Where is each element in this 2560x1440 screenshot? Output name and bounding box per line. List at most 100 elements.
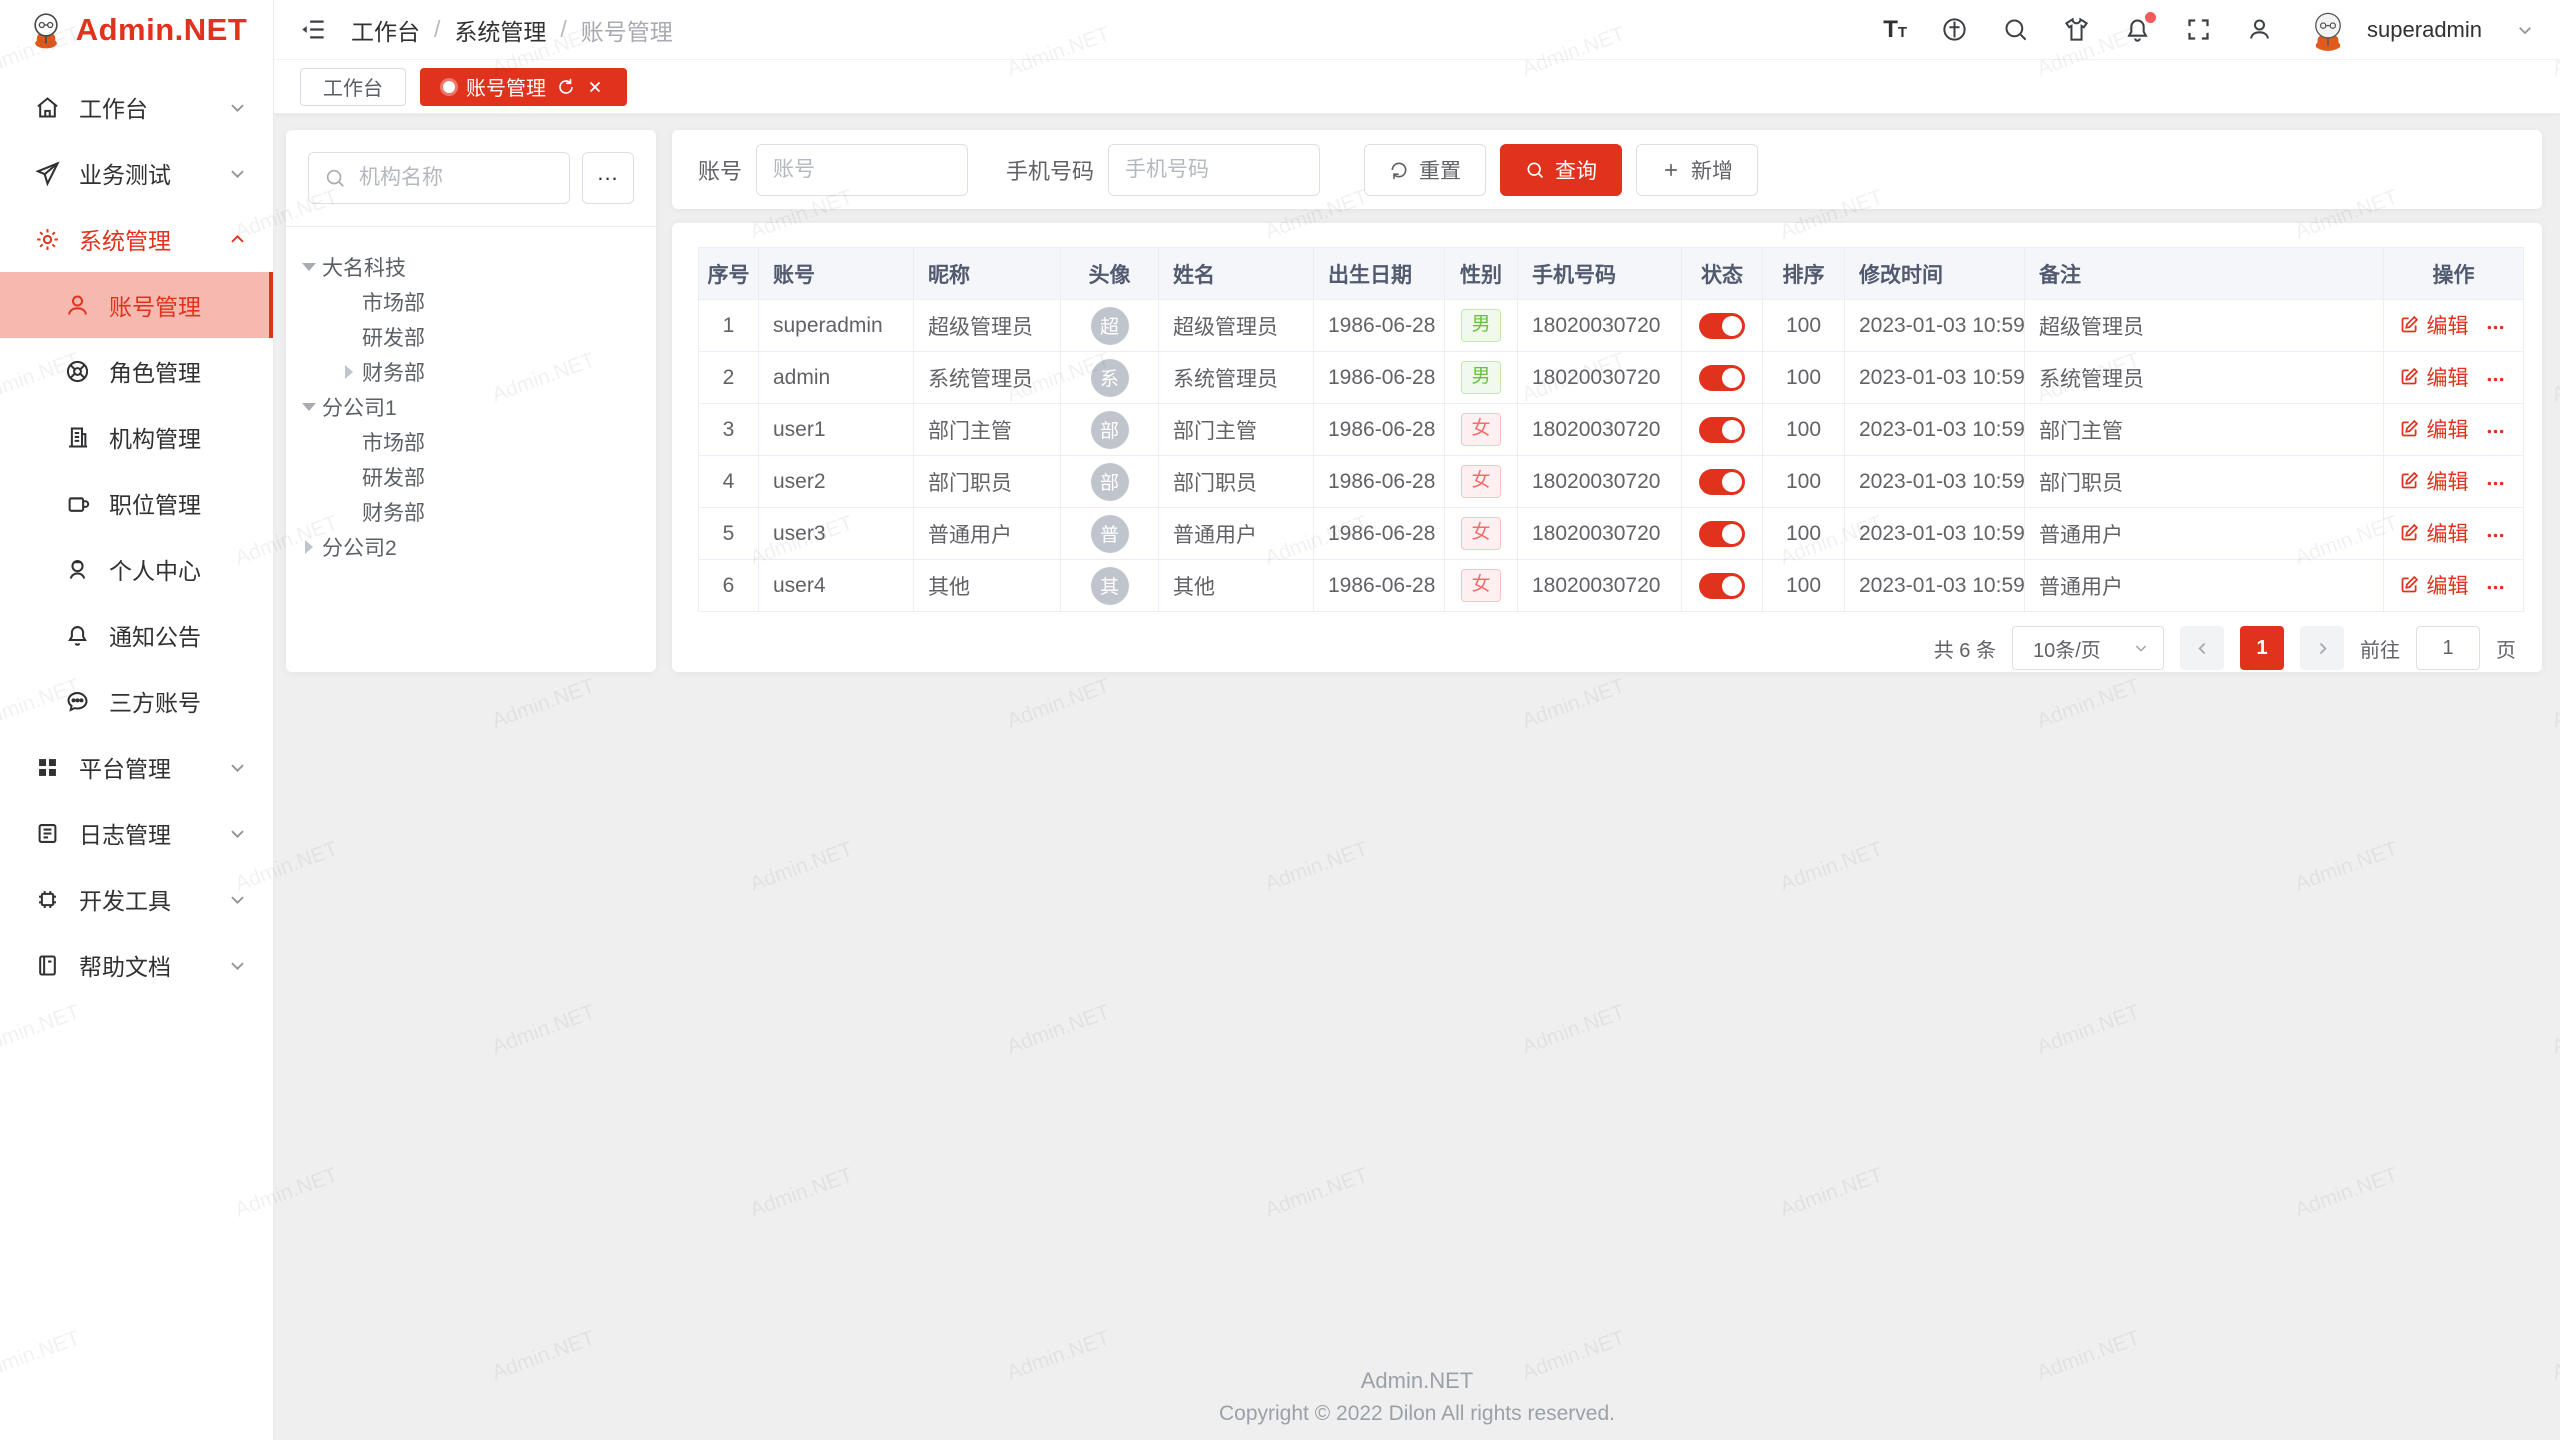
sidebar-item[interactable]: 开发工具: [0, 866, 273, 932]
cell-operations: 编辑: [2384, 300, 2524, 352]
edit-button[interactable]: 编辑: [2399, 414, 2469, 444]
chevron-down-icon: [228, 758, 247, 777]
username[interactable]: superadmin: [2367, 17, 2482, 43]
edit-button[interactable]: 编辑: [2399, 518, 2469, 548]
query-button[interactable]: 查询: [1500, 144, 1622, 196]
log-icon: [34, 820, 61, 847]
tree-caret-expanded-icon[interactable]: [296, 403, 322, 411]
cell-remark: 部门主管: [2025, 404, 2384, 456]
more-actions-button[interactable]: [2485, 317, 2509, 341]
more-actions-button[interactable]: [2485, 421, 2509, 445]
chevron-down-icon[interactable]: [2516, 21, 2534, 39]
notification-bell-icon[interactable]: [2124, 16, 2151, 43]
sidebar-subitem[interactable]: 个人中心: [0, 536, 273, 602]
cell-birth-date: 1986-06-28: [1314, 300, 1445, 352]
next-page-button[interactable]: [2300, 626, 2344, 670]
prev-page-button[interactable]: [2180, 626, 2224, 670]
breadcrumb-item[interactable]: 系统管理: [454, 13, 546, 47]
breadcrumb-item[interactable]: 工作台: [351, 13, 420, 47]
current-page-button[interactable]: 1: [2240, 626, 2284, 670]
cell-modified-time: 2023-01-03 10:59:44: [1845, 300, 2025, 352]
sidebar-subitem[interactable]: 机构管理: [0, 404, 273, 470]
table-row: 5user3普通用户普普通用户1986-06-28女18020030720100…: [699, 508, 2524, 560]
column-header: 性别: [1445, 248, 1518, 300]
sidebar-item[interactable]: 工作台: [0, 74, 273, 140]
user-icon[interactable]: [2246, 16, 2273, 43]
cell-phone: 18020030720: [1518, 300, 1682, 352]
status-toggle[interactable]: [1699, 313, 1745, 339]
tab-account-management[interactable]: 账号管理: [420, 68, 627, 106]
logo-monk-icon: [26, 10, 66, 50]
reset-button[interactable]: 重置: [1364, 144, 1486, 196]
status-toggle[interactable]: [1699, 417, 1745, 443]
account-table: 序号账号昵称头像姓名出生日期性别手机号码状态排序修改时间备注操作 1supera…: [698, 247, 2524, 612]
search-icon[interactable]: [2002, 16, 2029, 43]
account-filter-input[interactable]: [756, 144, 968, 196]
tab-refresh-icon[interactable]: [557, 78, 575, 96]
more-actions-button[interactable]: [2485, 577, 2509, 601]
sidebar-item[interactable]: 平台管理: [0, 734, 273, 800]
avatar: 部: [1091, 463, 1129, 501]
sidebar-subitem[interactable]: 角色管理: [0, 338, 273, 404]
sidebar-subitem[interactable]: 通知公告: [0, 602, 273, 668]
edit-icon: [2399, 522, 2420, 543]
more-actions-button[interactable]: [2485, 369, 2509, 393]
sidebar-subitem[interactable]: 职位管理: [0, 470, 273, 536]
tree-caret-collapsed-icon[interactable]: [296, 540, 322, 554]
tab-workbench[interactable]: 工作台: [300, 68, 406, 106]
edit-button[interactable]: 编辑: [2399, 466, 2469, 496]
tree-caret-expanded-icon[interactable]: [296, 263, 322, 271]
fullscreen-icon[interactable]: [2185, 16, 2212, 43]
more-actions-button[interactable]: [2485, 525, 2509, 549]
org-search-input[interactable]: [308, 152, 570, 204]
org-search-box: [308, 152, 570, 204]
sidebar-item[interactable]: 帮助文档: [0, 932, 273, 998]
sidebar-item[interactable]: 业务测试: [0, 140, 273, 206]
cell-modified-time: 2023-01-03 10:59:44: [1845, 404, 2025, 456]
goto-page-input[interactable]: [2416, 626, 2480, 670]
tree-caret-collapsed-icon[interactable]: [336, 365, 362, 379]
status-toggle[interactable]: [1699, 521, 1745, 547]
tabbar: 工作台 账号管理: [274, 60, 2560, 114]
phone-filter-input[interactable]: [1108, 144, 1320, 196]
sidebar-item-label: 开发工具: [79, 882, 171, 916]
tree-node[interactable]: 大名科技: [296, 249, 646, 284]
edit-button[interactable]: 编辑: [2399, 362, 2469, 392]
cell-no: 4: [699, 456, 759, 508]
divider: [286, 226, 656, 227]
status-toggle[interactable]: [1699, 573, 1745, 599]
page-size-select[interactable]: 10条/页: [2012, 626, 2164, 670]
column-header: 手机号码: [1518, 248, 1682, 300]
tree-node[interactable]: 市场部: [296, 424, 646, 459]
tree-node[interactable]: 分公司1: [296, 389, 646, 424]
user-avatar[interactable]: [2307, 9, 2349, 51]
avatar-monk-icon: [2307, 9, 2349, 51]
add-button[interactable]: 新增: [1636, 144, 1758, 196]
sidebar-subitem[interactable]: 账号管理: [0, 272, 273, 338]
right-column: 账号 手机号码 重置 查询 新增: [672, 130, 2542, 672]
sidebar-item[interactable]: 日志管理: [0, 800, 273, 866]
notice-bell-icon: [64, 622, 91, 649]
more-actions-button[interactable]: [2485, 473, 2509, 497]
edit-button[interactable]: 编辑: [2399, 570, 2469, 600]
footer-copyright: Copyright © 2022 Dilon All rights reserv…: [274, 1402, 2560, 1426]
status-toggle[interactable]: [1699, 469, 1745, 495]
theme-shirt-icon[interactable]: [2063, 16, 2090, 43]
tree-node[interactable]: 财务部: [296, 494, 646, 529]
tree-node[interactable]: 研发部: [296, 319, 646, 354]
tree-node[interactable]: 研发部: [296, 459, 646, 494]
tree-node[interactable]: 财务部: [296, 354, 646, 389]
org-more-button[interactable]: ...: [582, 152, 634, 204]
edit-button[interactable]: 编辑: [2399, 310, 2469, 340]
collapse-menu-icon[interactable]: [300, 16, 327, 43]
logo[interactable]: Admin.NET: [0, 0, 273, 60]
status-toggle[interactable]: [1699, 365, 1745, 391]
tree-node[interactable]: 市场部: [296, 284, 646, 319]
cell-no: 6: [699, 560, 759, 612]
tree-node[interactable]: 分公司2: [296, 529, 646, 564]
sidebar-subitem[interactable]: 三方账号: [0, 668, 273, 734]
font-size-icon[interactable]: TT: [1883, 18, 1907, 42]
sidebar-item[interactable]: 系统管理: [0, 206, 273, 272]
tab-close-icon[interactable]: [586, 78, 604, 96]
language-icon[interactable]: [1941, 16, 1968, 43]
